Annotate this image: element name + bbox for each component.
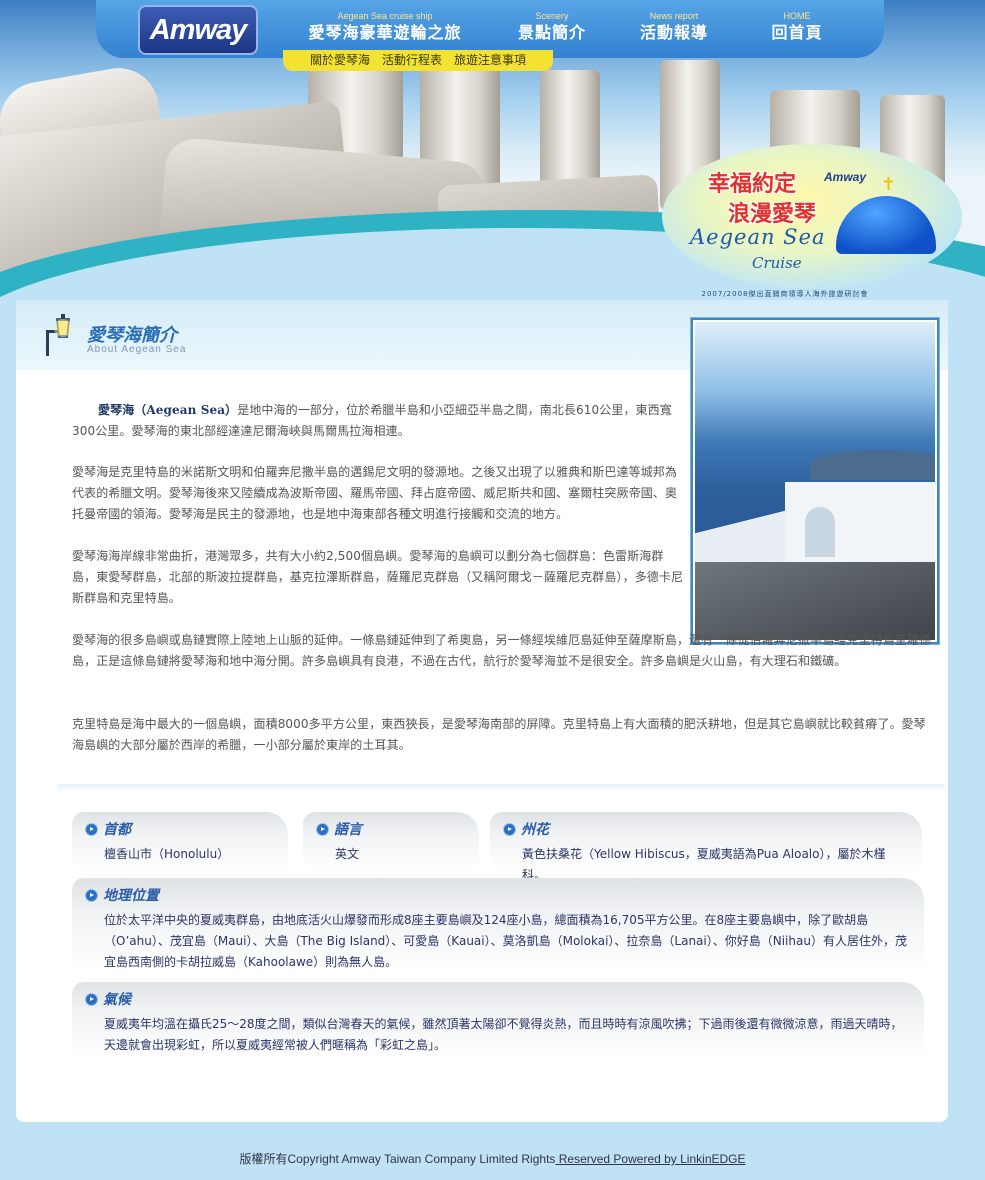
info-capital: 首都 檀香山市（Honolulu） <box>72 812 288 870</box>
arrow-bullet-icon <box>86 993 97 1005</box>
arrow-bullet-icon <box>86 823 97 835</box>
info-language-title: 語言 <box>334 822 362 838</box>
santorini-photo <box>690 317 940 645</box>
amway-logo[interactable]: Amway <box>138 5 258 55</box>
nav-scenery[interactable]: Scenery 景點簡介 <box>512 10 592 44</box>
arrow-bullet-icon <box>504 823 515 835</box>
badge-line2: 浪漫愛琴 <box>728 201 817 227</box>
crete-paragraph: 克里特島是海中最大的一個島嶼，面積8000多平方公里，東西狹長，是愛琴海南部的屏… <box>72 717 926 752</box>
section-subtitle: About Aegean Sea <box>87 344 187 355</box>
badge-cruise: Cruise <box>752 254 802 272</box>
islands-paragraph: 愛琴海海岸線非常曲折，港灣眾多，共有大小約2,500個島嶼。愛琴海的島嶼可以劃分… <box>72 549 684 605</box>
nav-scenery-sub: Scenery <box>535 11 569 21</box>
badge-line1: 幸福約定 <box>708 171 797 197</box>
badge-aegean: Aegean Sea <box>690 225 826 249</box>
nav-scenery-label: 景點簡介 <box>517 23 586 42</box>
info-geography-body: 位於太平洋中央的夏威夷群島，由地底活火山爆發而形成8座主要島嶼及124座小島，總… <box>104 913 907 969</box>
nav-home-sub: HOME <box>783 11 811 21</box>
nav-news[interactable]: News report 活動報導 <box>634 10 714 44</box>
footer: 版權所有Copyright Amway Taiwan Company Limit… <box>0 1150 985 1167</box>
badge-brand: Amway <box>824 170 867 184</box>
sub-navigation: 關於愛琴海 活動行程表 旅遊注意事項 <box>283 50 553 71</box>
nav-cruise-label: 愛琴海豪華遊輪之旅 <box>308 23 462 42</box>
geology-paragraph: 愛琴海的很多島嶼或島鏈實際上陸地上山脈的延伸。一條島鏈延伸到了希奧島，另一條經埃… <box>72 633 932 668</box>
footer-link[interactable]: Reserved Powered by LinkinEDGE <box>555 1152 746 1166</box>
arrow-bullet-icon <box>317 823 328 835</box>
lamp-icon <box>46 314 72 356</box>
info-language-body: 英文 <box>335 847 360 861</box>
subnav-notes[interactable]: 旅遊注意事項 <box>454 50 526 71</box>
nav-cruise-sub: Aegean Sea cruise ship <box>337 11 433 21</box>
nav-news-label: 活動報導 <box>639 23 708 42</box>
divider <box>56 784 946 792</box>
info-geography-title: 地理位置 <box>103 888 159 904</box>
info-flower-title: 州花 <box>521 822 549 838</box>
info-capital-body: 檀香山市（Honolulu） <box>104 847 230 861</box>
nav-news-sub: News report <box>649 11 699 21</box>
arrow-bullet-icon <box>86 889 97 901</box>
info-climate-title: 氣候 <box>103 992 131 1008</box>
cross-icon: ✝ <box>881 174 897 195</box>
footer-copyright: 版權所有Copyright Amway Taiwan Company Limit… <box>239 1152 556 1166</box>
info-climate-body: 夏威夷年均溫在攝氏25～28度之間，類似台灣春天的氣候，雖然頂著太陽卻不覺得炎熱… <box>104 1017 903 1052</box>
intro-lead: 愛琴海（Aegean Sea） <box>98 403 238 417</box>
info-flower: 州花 黃色扶桑花（Yellow Hibiscus，夏威夷語為Pua Aloalo… <box>490 812 922 882</box>
nav-home[interactable]: HOME 回首頁 <box>762 10 832 44</box>
subnav-about[interactable]: 關於愛琴海 <box>310 50 370 71</box>
info-language: 語言 英文 <box>303 812 479 870</box>
nav-cruise[interactable]: Aegean Sea cruise ship 愛琴海豪華遊輪之旅 <box>302 10 468 44</box>
nav-home-label: 回首頁 <box>771 23 823 42</box>
info-capital-title: 首都 <box>103 822 131 838</box>
info-geography: 地理位置 位於太平洋中央的夏威夷群島，由地底活火山爆發而形成8座主要島嶼及124… <box>72 878 924 972</box>
subnav-schedule[interactable]: 活動行程表 <box>382 50 442 71</box>
intro-paragraph: 愛琴海（Aegean Sea）是地中海的一部分，位於希臘半島和小亞細亞半島之間，… <box>72 400 684 442</box>
info-climate: 氣候 夏威夷年均溫在攝氏25～28度之間，類似台灣春天的氣候，雖然頂著太陽卻不覺… <box>72 982 924 1058</box>
history-paragraph: 愛琴海是克里特島的米諾斯文明和伯羅奔尼撒半島的邁錫尼文明的發源地。之後又出現了以… <box>72 465 678 521</box>
badge-caption: 2007/2008傑出直銷商領導人海外旅遊研討會 <box>701 290 869 298</box>
